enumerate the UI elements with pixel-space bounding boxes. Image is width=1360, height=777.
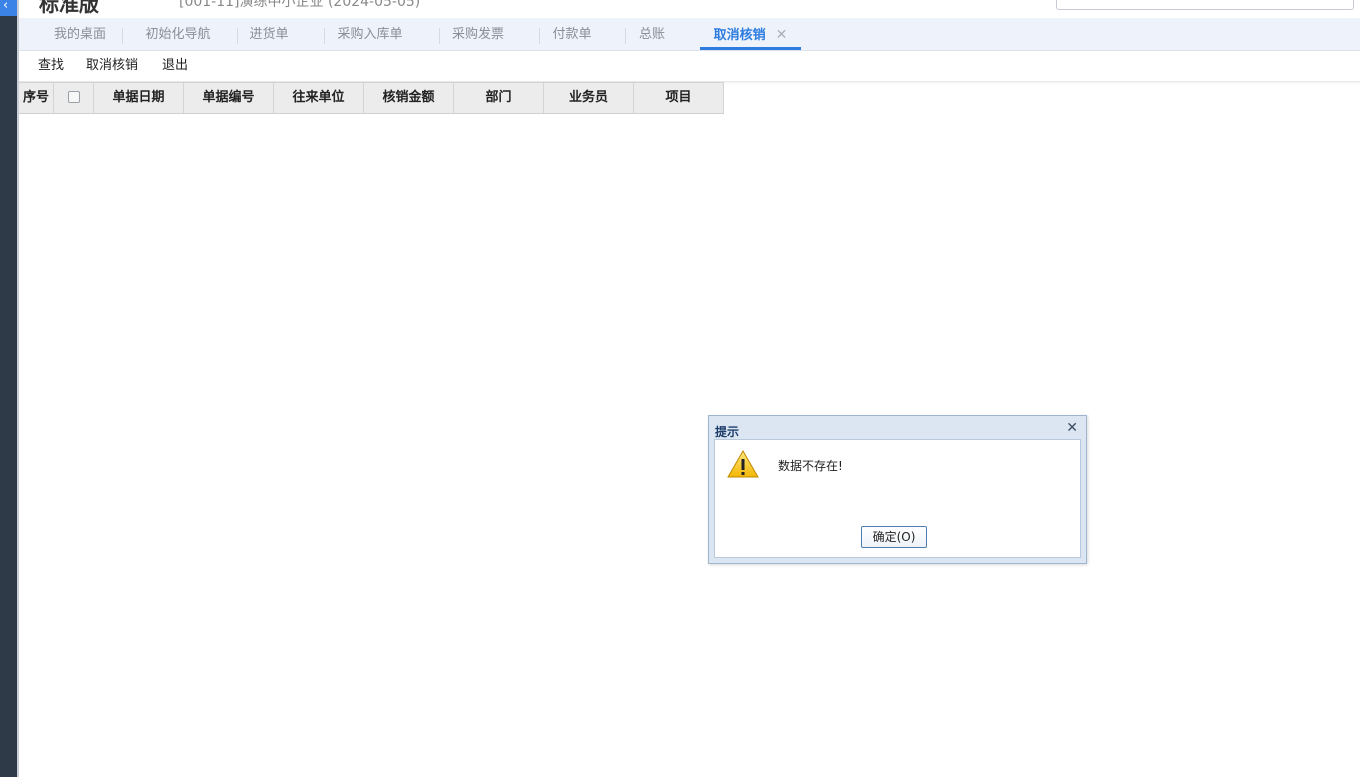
tab-purchase-inbound[interactable]: 采购入库单 [325,18,415,50]
col-verify-amount[interactable]: 核销金额 [364,83,454,113]
tab-purchase-invoice[interactable]: 采购发票 [440,18,516,50]
global-search-input[interactable] [1056,0,1354,10]
grid-header: 序号 单据日期 单据编号 往来单位 核销金额 部门 业务员 项目 [19,82,724,114]
brand-title: 标准版 [39,0,99,16]
active-tab-indicator [700,47,801,50]
cancel-verify-button[interactable]: 取消核销 [86,51,138,81]
col-doc-date[interactable]: 单据日期 [94,83,184,113]
tab-label: 初始化导航 [145,27,211,42]
find-button[interactable]: 查找 [38,51,64,81]
tab-label: 进货单 [249,27,289,42]
tab-general-ledger[interactable]: 总账 [626,18,678,50]
alert-dialog: 提示 ✕ 数据不存在! 确定(O) [708,415,1087,564]
col-seq[interactable]: 序号 [19,83,54,113]
dialog-close-icon[interactable]: ✕ [1066,420,1078,436]
app-window: ‹ 标准版 [001-11]演练中小企业 (2024-05-05) 我的桌面 初… [0,0,1360,777]
tab-cancel-verify[interactable]: 取消核销 ✕ [700,18,801,50]
tab-label: 采购入库单 [337,27,403,42]
tab-label: 付款单 [552,27,592,42]
chevron-left-icon: ‹ [3,0,9,13]
tab-payment[interactable]: 付款单 [540,18,604,50]
tab-label: 取消核销 [713,28,766,43]
warning-icon [727,450,759,478]
sidebar-toggle[interactable]: ‹ [0,0,17,16]
tab-init-guide[interactable]: 初始化导航 [123,18,233,50]
left-sidebar: ‹ [0,0,19,777]
select-all-checkbox[interactable] [67,90,80,103]
toolbar: 查找 取消核销 退出 [19,51,1360,82]
exit-button[interactable]: 退出 [162,51,188,81]
account-info: [001-11]演练中小企业 (2024-05-05) [179,0,421,10]
dialog-message: 数据不存在! [778,459,843,473]
tab-bar: 我的桌面 初始化导航 进货单 采购入库单 采购发票 付款单 总账 取消核销 ✕ [19,18,1360,51]
col-project[interactable]: 项目 [634,83,724,113]
col-doc-number[interactable]: 单据编号 [184,83,274,113]
dialog-title: 提示 [715,425,740,439]
col-select-all[interactable] [54,83,94,113]
col-salesperson[interactable]: 业务员 [544,83,634,113]
dialog-body: 数据不存在! 确定(O) [714,439,1081,558]
ok-button[interactable]: 确定(O) [861,526,927,548]
tab-label: 总账 [638,27,665,42]
tab-label: 采购发票 [451,27,504,42]
app-header: 标准版 [001-11]演练中小企业 (2024-05-05) [19,0,1360,19]
tab-my-desktop[interactable]: 我的桌面 [33,18,127,50]
col-department[interactable]: 部门 [454,83,544,113]
col-partner[interactable]: 往来单位 [274,83,364,113]
tab-purchase-receipt[interactable]: 进货单 [233,18,305,50]
sidebar-edge [17,0,19,777]
tab-label: 我的桌面 [53,27,106,42]
